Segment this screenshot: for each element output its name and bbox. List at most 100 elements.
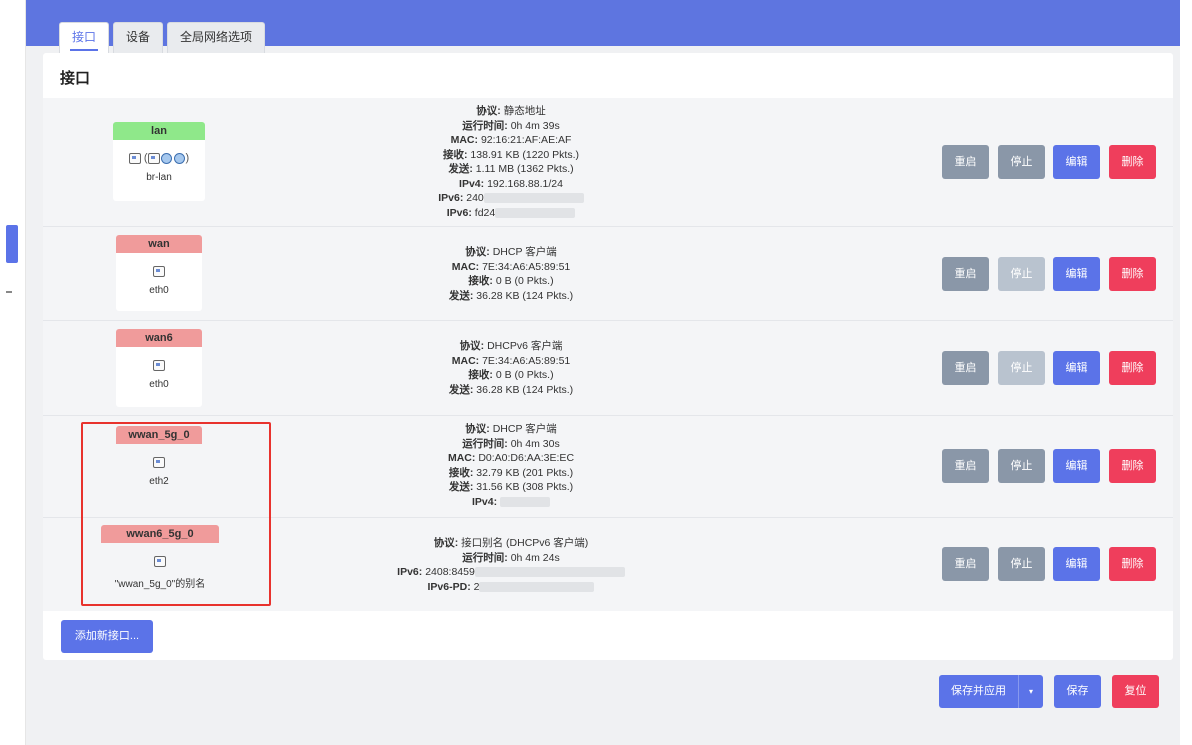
redacted-value (479, 581, 595, 592)
info-value: D0:A0:D6:AA:3E:EC (478, 452, 575, 464)
info-value: 2408:8459 (425, 566, 475, 578)
left-sidebar-edge (0, 0, 26, 745)
bracket-open-icon: ( (143, 152, 148, 164)
save-button[interactable]: 保存 (1054, 675, 1101, 708)
info-value: 192.168.88.1/24 (487, 177, 563, 190)
edit-button[interactable]: 编辑 (1053, 449, 1100, 483)
bracket-close-icon: ) (185, 152, 190, 164)
interface-badge-wwan6_5g_0: wwan6_5g_0 "wwan_5g_0"的别名 (101, 525, 219, 601)
interface-icons (116, 357, 202, 373)
interface-name: wan6 (116, 329, 202, 347)
edit-button[interactable]: 编辑 (1053, 257, 1100, 291)
redacted-value (500, 496, 551, 507)
info-value: 0 B (0 Pkts.) (495, 275, 554, 287)
interface-info: 协议: 静态地址 运行时间: 0h 4m 39s MAC: 92:16:21:A… (371, 104, 651, 220)
table-row: wan eth0 协议: DHCP 客户端 MAC: 7E:34:A6:A5:8… (43, 227, 1173, 321)
table-row: wwan6_5g_0 "wwan_5g_0"的别名 协议: 接口别名 (DHCP… (43, 518, 1173, 611)
interface-info: 协议: 接口别名 (DHCPv6 客户端) 运行时间: 0h 4m 24s IP… (361, 536, 661, 594)
reset-button[interactable]: 复位 (1112, 675, 1159, 708)
info-key: IPv4: (459, 177, 485, 190)
network-port-icon (147, 152, 160, 164)
info-key: 发送: (448, 163, 473, 175)
info-key: 接收: (448, 466, 474, 479)
delete-button[interactable]: 删除 (1109, 449, 1156, 483)
stop-button[interactable]: 停止 (998, 145, 1045, 179)
interface-name: wwan6_5g_0 (101, 525, 219, 543)
sidebar-marker (6, 291, 12, 293)
delete-button[interactable]: 删除 (1109, 257, 1156, 291)
interface-device: eth0 (149, 379, 169, 390)
wireless-globe-icon (173, 152, 185, 164)
right-edge (1180, 0, 1192, 745)
interfaces-table: lan () br-lan 协议: 静态地址 运行时间: 0h 4m 39s M… (43, 98, 1173, 611)
info-key: MAC: (447, 452, 476, 464)
interface-icons: () (113, 150, 205, 166)
interface-icons (116, 263, 202, 279)
info-value: DHCPv6 客户端 (487, 340, 563, 352)
add-interface-button[interactable]: 添加新接口... (61, 620, 153, 653)
info-key: 接收: (468, 369, 493, 381)
interface-device: "wwan_5g_0"的别名 (114, 579, 206, 590)
info-value: 32.79 KB (201 Pkts.) (476, 466, 574, 479)
info-value: 138.91 KB (1220 Pkts.) (470, 148, 579, 161)
restart-button[interactable]: 重启 (942, 547, 989, 581)
interface-name: wwan_5g_0 (116, 426, 202, 444)
interface-icons (101, 553, 219, 569)
interface-info: 协议: DHCP 客户端 MAC: 7E:34:A6:A5:89:51 接收: … (371, 245, 651, 303)
info-value: 36.28 KB (124 Pkts.) (476, 289, 574, 302)
redacted-value (483, 193, 584, 204)
table-row: wwan_5g_0 eth2 协议: DHCP 客户端 运行时间: 0h 4m … (43, 416, 1173, 518)
info-key: IPv6: (446, 206, 472, 219)
interface-info: 协议: DHCPv6 客户端 MAC: 7E:34:A6:A5:89:51 接收… (371, 339, 651, 397)
sidebar-toggle[interactable] (6, 225, 18, 263)
edit-button[interactable]: 编辑 (1053, 547, 1100, 581)
info-key: IPv6: (438, 192, 464, 204)
network-port-icon (128, 152, 141, 164)
info-key: 发送: (448, 289, 474, 302)
wireless-globe-icon (160, 152, 172, 164)
info-value: 0h 4m 24s (510, 551, 560, 564)
info-value: 31.56 KB (308 Pkts.) (476, 481, 574, 493)
interface-device: eth0 (149, 285, 169, 296)
delete-button[interactable]: 删除 (1109, 547, 1156, 581)
restart-button[interactable]: 重启 (942, 449, 989, 483)
interfaces-panel: 接口 lan () br-lan 协议: 静态地址 运行时间: 0h 4m 39… (43, 53, 1173, 660)
stop-button[interactable]: 停止 (998, 257, 1045, 291)
network-port-icon (153, 359, 165, 371)
info-key: MAC: (451, 260, 480, 273)
interface-name: lan (113, 122, 205, 140)
info-value: 0h 4m 39s (510, 119, 560, 132)
info-value: 0h 4m 30s (510, 437, 560, 450)
info-value: 7E:34:A6:A5:89:51 (482, 260, 571, 273)
info-value: fd24 (474, 206, 496, 219)
stop-button[interactable]: 停止 (998, 449, 1045, 483)
save-apply-button[interactable]: 保存并应用 (939, 675, 1019, 708)
info-key: IPv6-PD: (427, 580, 471, 593)
save-apply-button-group: 保存并应用 ▾ (939, 675, 1043, 708)
tab-bar: 接口 设备 全局网络选项 (59, 22, 266, 53)
tab-interfaces[interactable]: 接口 (59, 22, 110, 53)
info-key: 协议: (459, 340, 485, 352)
stop-button[interactable]: 停止 (998, 351, 1045, 385)
interface-badge-wwan_5g_0: wwan_5g_0 eth2 (116, 426, 202, 502)
info-value: 1.11 MB (1362 Pkts.) (475, 163, 574, 175)
delete-button[interactable]: 删除 (1109, 351, 1156, 385)
table-row: wan6 eth0 协议: DHCPv6 客户端 MAC: 7E:34:A6:A… (43, 321, 1173, 416)
info-value: DHCP 客户端 (492, 423, 557, 435)
tab-global-network-options[interactable]: 全局网络选项 (167, 22, 266, 53)
delete-button[interactable]: 删除 (1109, 145, 1156, 179)
restart-button[interactable]: 重启 (942, 145, 989, 179)
info-key: IPv4: (471, 495, 498, 508)
interface-info: 协议: DHCP 客户端 运行时间: 0h 4m 30s MAC: D0:A0:… (371, 422, 651, 509)
chevron-down-icon[interactable]: ▾ (1019, 675, 1043, 708)
tab-devices[interactable]: 设备 (113, 22, 164, 53)
interface-badge-wan: wan eth0 (116, 235, 202, 311)
restart-button[interactable]: 重启 (942, 351, 989, 385)
info-value: 92:16:21:AF:AE:AF (480, 134, 572, 146)
restart-button[interactable]: 重启 (942, 257, 989, 291)
info-key: 协议: (465, 246, 490, 258)
stop-button[interactable]: 停止 (998, 547, 1045, 581)
edit-button[interactable]: 编辑 (1053, 145, 1100, 179)
edit-button[interactable]: 编辑 (1053, 351, 1100, 385)
interface-badge-wan6: wan6 eth0 (116, 329, 202, 407)
